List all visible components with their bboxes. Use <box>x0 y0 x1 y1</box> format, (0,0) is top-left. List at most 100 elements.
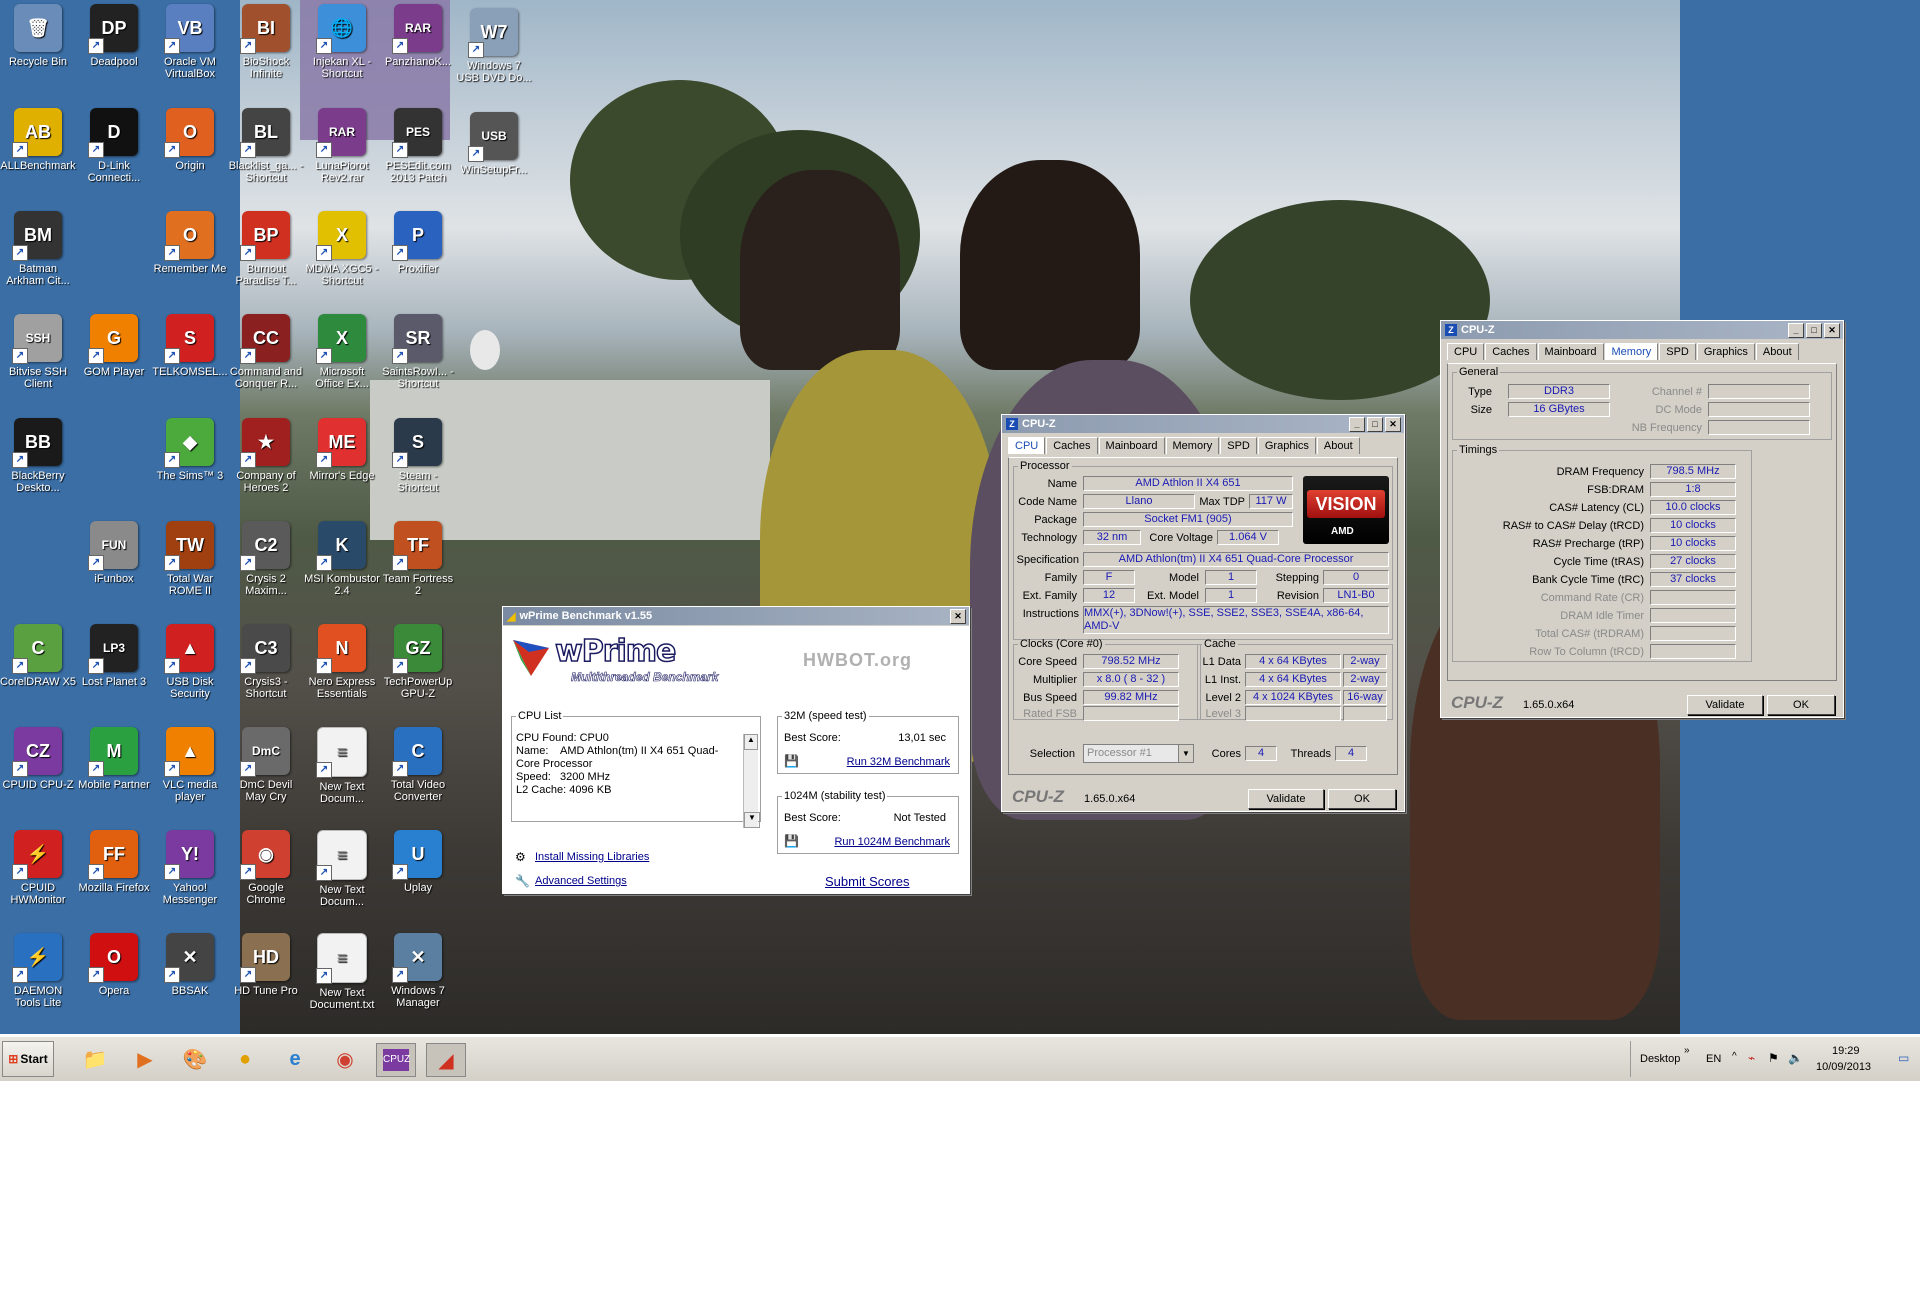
desktop-icon[interactable]: ★Company of Heroes 2 <box>228 418 304 494</box>
tab-mainboard[interactable]: Mainboard <box>1537 343 1604 360</box>
desktop-icon[interactable]: S TELKOMSEL... <box>152 314 228 378</box>
tray-expand-icon[interactable]: ^ <box>1732 1051 1737 1062</box>
desktop-icon[interactable]: RAR PanzhanoK... <box>380 4 456 68</box>
tab-cpu[interactable]: CPU <box>1447 343 1485 360</box>
processor-select[interactable]: Processor #1 ▼ <box>1083 744 1194 763</box>
desktop-icon[interactable]: FF Mozilla Firefox <box>76 830 152 894</box>
desktop-icon[interactable]: CCCommand and Conquer R... <box>228 314 304 390</box>
tab-spd[interactable]: SPD <box>1659 343 1696 360</box>
hwbot-logo[interactable]: HWBOT.org <box>803 650 912 671</box>
messenger-taskbar-button[interactable]: ● <box>226 1043 264 1075</box>
clock-date[interactable]: 10/09/2013 <box>1816 1061 1871 1073</box>
desktop-icon[interactable]: CZ CPUID CPU-Z <box>0 727 76 791</box>
maximize-icon[interactable]: □ <box>1806 323 1822 338</box>
desktop-icon[interactable]: O Opera <box>76 933 152 997</box>
desktop-icon[interactable]: FUN iFunbox <box>76 521 152 585</box>
desktop-icon[interactable]: U Uplay <box>380 830 456 894</box>
desktop-icon[interactable]: ME Mirror's Edge <box>304 418 380 482</box>
desktop-icon[interactable]: SSHBitvise SSH Client <box>0 314 76 390</box>
desktop-icon[interactable]: RARLunaPiorot Rev2.rar <box>304 108 380 184</box>
cpu-list-scrollbar[interactable]: ▲ ▼ <box>743 734 760 828</box>
desktop-icon[interactable]: BMBatman Arkham Cit... <box>0 211 76 287</box>
submit-scores-link[interactable]: Submit Scores <box>825 874 910 889</box>
network-icon[interactable]: ⌁ <box>1748 1051 1755 1065</box>
desktop-icon[interactable]: NNero Express Essentials <box>304 624 380 700</box>
desktop-icon[interactable]: BLBlacklist_ga... - Shortcut <box>228 108 304 184</box>
ok-button[interactable]: OK <box>1328 789 1396 809</box>
wprime-titlebar[interactable]: ◢ wPrime Benchmark v1.55 ✕ <box>503 607 969 625</box>
tab-mainboard[interactable]: Mainboard <box>1098 437 1165 454</box>
volume-icon[interactable]: 🔈 <box>1788 1051 1803 1065</box>
desktop-icon[interactable]: ⚡DAEMON Tools Lite <box>0 933 76 1009</box>
chevron-right-icon[interactable]: » <box>1684 1045 1690 1056</box>
desktop-icon[interactable]: HD HD Tune Pro <box>228 933 304 997</box>
desktop-icon[interactable]: ✕ BBSAK <box>152 933 228 997</box>
cpuz-taskbar-button[interactable]: CPUZ <box>376 1043 416 1077</box>
desktop-icon[interactable]: ◆ The Sims™ 3 <box>152 418 228 482</box>
desktop-icon[interactable]: SSteam - Shortcut <box>380 418 456 494</box>
floppy-icon[interactable]: 💾 <box>784 754 799 768</box>
desktop-icon[interactable]: BPBurnout Paradise T... <box>228 211 304 287</box>
desktop-icon[interactable]: W7Windows 7 USB DVD Do... <box>456 8 532 84</box>
desktop-icon[interactable]: CTotal Video Converter <box>380 727 456 803</box>
close-icon[interactable]: ✕ <box>1824 323 1840 338</box>
language-indicator[interactable]: EN <box>1706 1053 1721 1065</box>
desktop-icon[interactable]: BBBlackBerry Deskto... <box>0 418 76 494</box>
tab-caches[interactable]: Caches <box>1485 343 1537 360</box>
desktop-icon[interactable]: ⚡CPUID HWMonitor <box>0 830 76 906</box>
desktop-icon[interactable]: XMDMA XGC5 - Shortcut <box>304 211 380 287</box>
validate-button[interactable]: Validate <box>1687 695 1763 715</box>
desktop-icon[interactable]: C2Crysis 2 Maxim... <box>228 521 304 597</box>
validate-button[interactable]: Validate <box>1248 789 1324 809</box>
cpuz-cpu-titlebar[interactable]: Z CPU-Z _ □ ✕ <box>1002 415 1404 433</box>
tab-graphics[interactable]: Graphics <box>1696 343 1755 360</box>
desktop-icon[interactable]: BIBioShock Infinite <box>228 4 304 80</box>
desktop-icon[interactable]: C3Crysis3 - Shortcut <box>228 624 304 700</box>
desktop-icon[interactable]: ≡ New Text Docum... <box>304 830 380 908</box>
desktop-icon[interactable]: DD-Link Connecti... <box>76 108 152 184</box>
minimize-icon[interactable]: _ <box>1788 323 1804 338</box>
tab-cpu[interactable]: CPU <box>1008 437 1046 454</box>
desktop-icon[interactable]: ◉Google Chrome <box>228 830 304 906</box>
media-player-taskbar-button[interactable]: ▶ <box>126 1043 164 1075</box>
tab-about[interactable]: About <box>1316 437 1360 454</box>
desktop-icon[interactable]: GZTechPowerUp GPU-Z <box>380 624 456 700</box>
desktop-toolbar-label[interactable]: Desktop <box>1640 1053 1680 1065</box>
desktop-icon[interactable]: LP3 Lost Planet 3 <box>76 624 152 688</box>
tab-memory[interactable]: Memory <box>1165 437 1220 454</box>
ok-button[interactable]: OK <box>1767 695 1835 715</box>
desktop-icon[interactable]: O Origin <box>152 108 228 172</box>
desktop-icon[interactable]: Y!Yahoo! Messenger <box>152 830 228 906</box>
desktop-icon[interactable]: ▲USB Disk Security <box>152 624 228 700</box>
desktop-icon[interactable]: P Proxifier <box>380 211 456 275</box>
desktop-icon[interactable]: USB WinSetupFr... <box>456 112 532 176</box>
desktop-icon[interactable]: TFTeam Fortress 2 <box>380 521 456 597</box>
desktop-icon[interactable]: XMicrosoft Office Ex... <box>304 314 380 390</box>
desktop-icon[interactable]: AB ALLBenchmark <box>0 108 76 172</box>
desktop-icon[interactable]: 🌐Injekan XL - Shortcut <box>304 4 380 80</box>
desktop-icon[interactable]: ▲VLC media player <box>152 727 228 803</box>
run-32m-link[interactable]: Run 32M Benchmark <box>847 756 950 768</box>
tab-caches[interactable]: Caches <box>1046 437 1098 454</box>
start-button[interactable]: ⊞ Start <box>2 1041 54 1077</box>
desktop-icon[interactable]: TWTotal War ROME II <box>152 521 228 597</box>
desktop-icon[interactable]: ≡ New Text Docum... <box>304 727 380 805</box>
desktop-icon[interactable]: M Mobile Partner <box>76 727 152 791</box>
desktop-icon[interactable]: DmCDmC Devil May Cry <box>228 727 304 803</box>
chrome-taskbar-button[interactable]: ◉ <box>326 1043 364 1075</box>
wprime-taskbar-button[interactable]: ◢ <box>426 1043 466 1077</box>
floppy-icon[interactable]: 💾 <box>784 834 799 848</box>
desktop-icon[interactable]: KMSI Kombustor 2.4 <box>304 521 380 597</box>
desktop-icon[interactable]: 🗑 Recycle Bin <box>0 4 76 68</box>
desktop-icon[interactable]: ✕Windows 7 Manager <box>380 933 456 1009</box>
minimize-icon[interactable]: _ <box>1349 417 1365 432</box>
cpuz-memory-titlebar[interactable]: Z CPU-Z _ □ ✕ <box>1441 321 1843 339</box>
explorer-taskbar-button[interactable]: 📁 <box>76 1043 114 1075</box>
desktop-icon[interactable]: C CorelDRAW X5 <box>0 624 76 688</box>
tab-about[interactable]: About <box>1755 343 1799 360</box>
show-desktop-icon[interactable]: ▭ <box>1898 1051 1909 1065</box>
run-1024m-link[interactable]: Run 1024M Benchmark <box>834 836 950 848</box>
internet-explorer-taskbar-button[interactable]: e <box>276 1043 314 1075</box>
desktop-icon[interactable]: O Remember Me <box>152 211 228 275</box>
close-icon[interactable]: ✕ <box>950 609 966 624</box>
